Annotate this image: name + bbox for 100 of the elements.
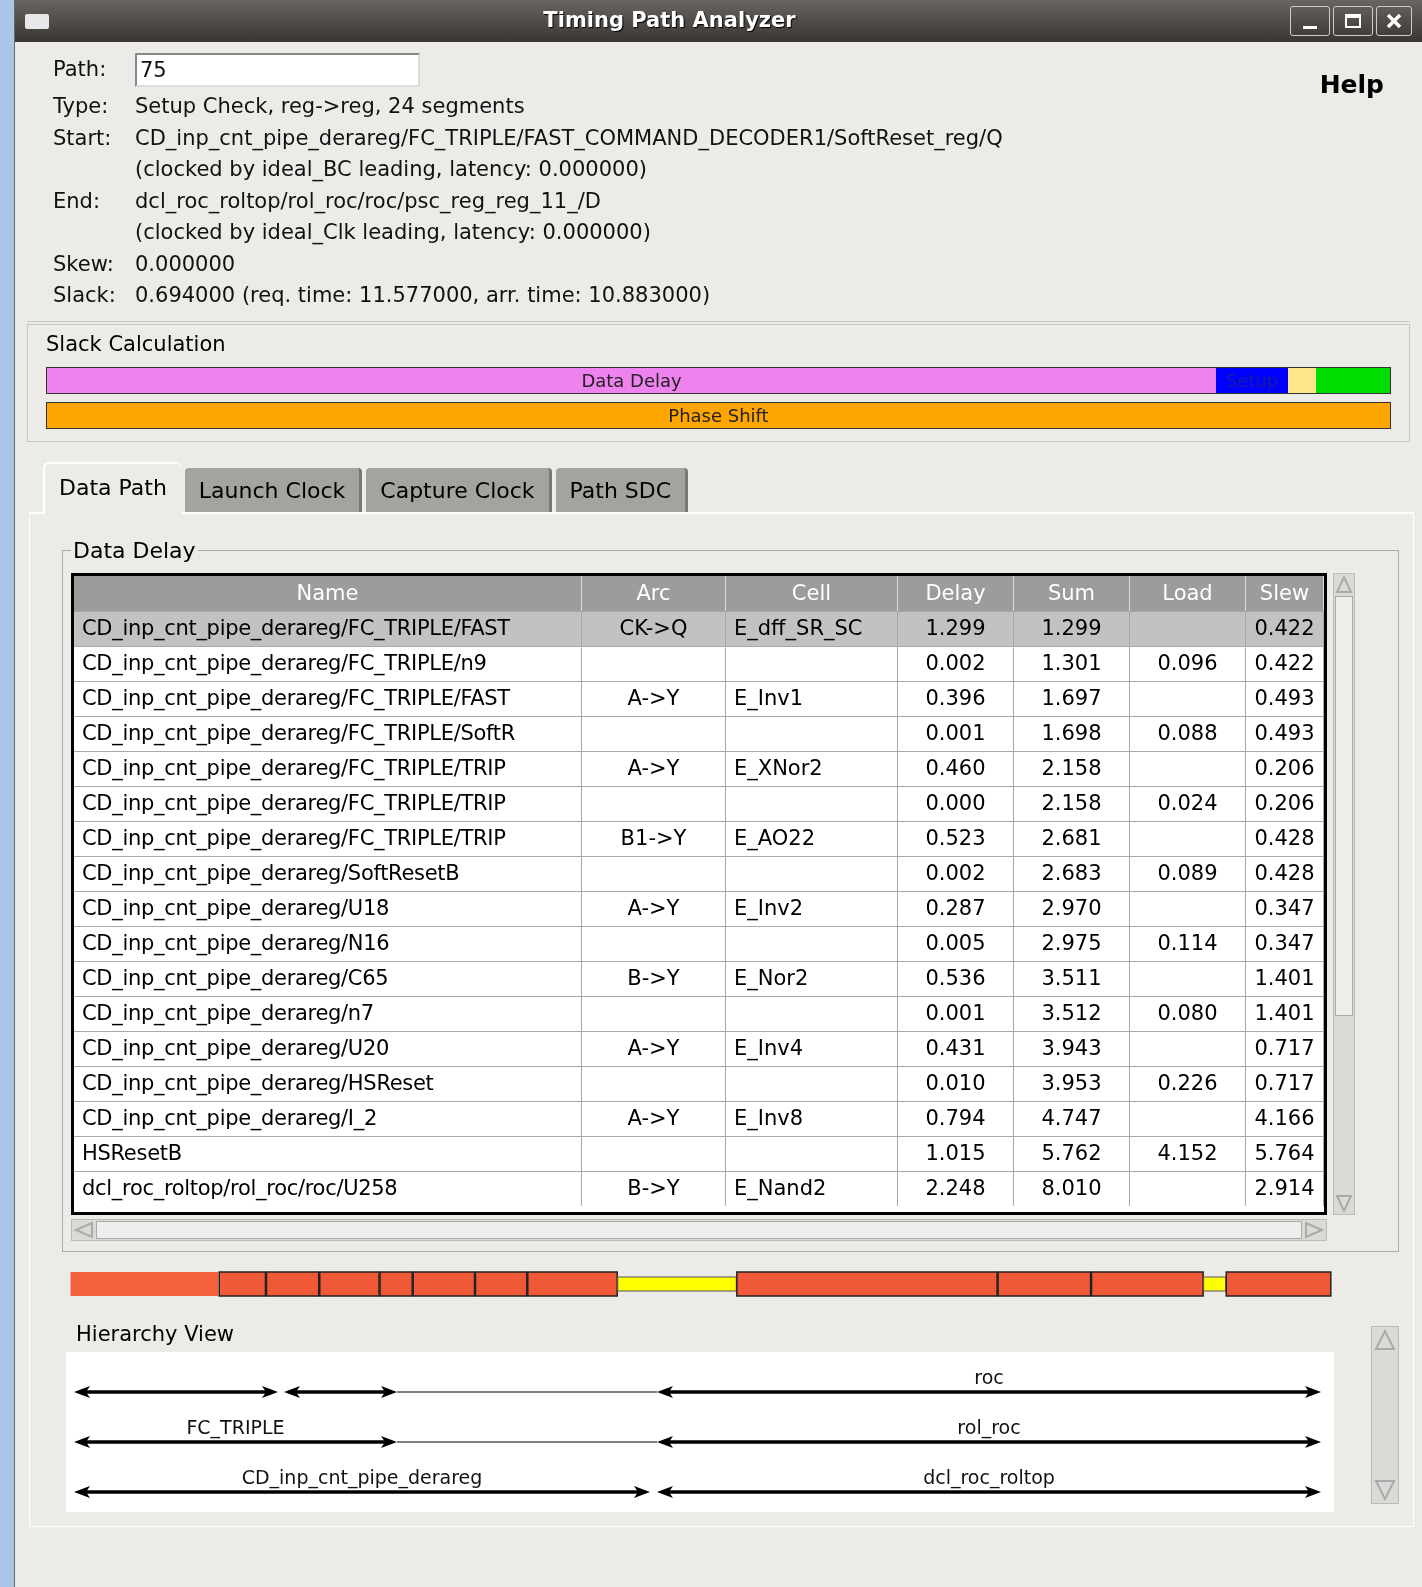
table-row[interactable]: CD_inp_cnt_pipe_derareg/n7 0.001 3.512 0.080 1.401 [74,996,1324,1031]
table-cell-text: A->Y [626,1105,681,1133]
table-cell-text: CD_inp_cnt_pipe_derareg/SoftResetB [81,860,461,888]
tab[interactable]: Data Path [43,462,181,514]
table-cell-text: CD_inp_cnt_pipe_derareg/N16 [81,930,391,958]
table-cell-text: CD_inp_cnt_pipe_derareg/FC_TRIPLE/TRIP [81,755,507,783]
tab[interactable]: Launch Clock [184,468,363,512]
table-row[interactable]: CD_inp_cnt_pipe_derareg/FC_TRIPLE/TRIP 0.000 2.158 0.024 0.206 [74,786,1324,821]
table-cell-text: 0.000 [924,790,987,818]
scroll-down-icon[interactable] [1372,1477,1398,1503]
table-row[interactable]: CD_inp_cnt_pipe_derareg/FC_TRIPLE/FAST A->Y E_Inv1 0.396 1.697 0.493 [74,681,1324,716]
scroll-up-icon[interactable] [1334,574,1354,596]
help-link[interactable]: Help [1319,66,1384,104]
table-cell-text: 2.158 [1040,790,1103,818]
scrollbar-thumb[interactable] [96,1221,1302,1239]
table-cell-text: 1.299 [1040,615,1103,643]
table-cell-text: 0.010 [924,1070,987,1098]
table-cell-text: 0.287 [924,895,987,923]
table-cell-text: A->Y [626,685,681,713]
scrollbar-thumb[interactable] [1335,596,1353,1016]
table-cell-text: 0.096 [1156,650,1219,678]
table-cell-text: 4.747 [1040,1105,1103,1133]
table-cell-text: 0.717 [1253,1070,1316,1098]
maximize-button[interactable] [1333,6,1373,36]
table-cell-text: 2.681 [1040,825,1103,853]
table-cell-text: CD_inp_cnt_pipe_derareg/FC_TRIPLE/n9 [81,650,488,678]
table-cell-text: B->Y [626,1175,681,1203]
table-cell-text: E_AO22 [733,825,817,853]
table-row[interactable]: CD_inp_cnt_pipe_derareg/U20 A->Y E_Inv4 0.431 3.943 0.717 [74,1031,1324,1066]
table-cell-text: 5.762 [1040,1140,1103,1168]
slack-segment: Phase Shift [47,403,1390,428]
table-cell-text: 3.943 [1040,1035,1103,1063]
scroll-up-icon[interactable] [1372,1327,1398,1353]
table-cell-text: CD_inp_cnt_pipe_derareg/I_2 [81,1105,379,1133]
table-row[interactable]: CD_inp_cnt_pipe_derareg/FC_TRIPLE/TRIP A->Y E_XNor2 0.460 2.158 0.206 [74,751,1324,786]
table-cell-text: 0.536 [924,965,987,993]
info-label: Start: [53,124,113,152]
table-cell-text: B->Y [626,965,681,993]
table-cell-text: 0.089 [1156,860,1219,888]
table-row[interactable]: HSResetB 1.015 5.762 4.152 5.764 [74,1136,1324,1171]
section-title: Hierarchy View [75,1321,235,1348]
table-cell-text: CK->Q [618,615,689,643]
table-row[interactable]: CD_inp_cnt_pipe_derareg/N16 0.005 2.975 0.114 0.347 [74,926,1324,961]
table-cell-text: 0.024 [1156,790,1219,818]
table-cell-text: 0.114 [1156,930,1219,958]
table-cell-text: 0.002 [924,860,987,888]
table-cell-text: 0.396 [924,685,987,713]
table-cell-text: 1.401 [1253,965,1316,993]
table-row[interactable]: dcl_roc_roltop/rol_roc/roc/U258 B->Y E_Nand2 2.248 8.010 2.914 [74,1171,1324,1206]
table-cell-text: 5.764 [1253,1140,1316,1168]
table-row[interactable]: CD_inp_cnt_pipe_derareg/C65 B->Y E_Nor2 0.536 3.511 1.401 [74,961,1324,996]
table-row[interactable]: CD_inp_cnt_pipe_derareg/FC_TRIPLE/FAST CK->Q E_dff_SR_SC 1.299 1.299 0.422 [74,611,1324,646]
table-row[interactable]: CD_inp_cnt_pipe_derareg/FC_TRIPLE/n9 0.002 1.301 0.096 0.422 [74,646,1324,681]
table-row[interactable]: CD_inp_cnt_pipe_derareg/SoftResetB 0.002 2.683 0.089 0.428 [74,856,1324,891]
scroll-right-icon[interactable] [1302,1220,1326,1240]
horizontal-scrollbar[interactable] [71,1219,1327,1241]
hierarchy-label: FC_TRIPLE [186,1416,285,1438]
window-menu-icon[interactable] [25,13,49,29]
scroll-left-icon[interactable] [72,1220,96,1240]
table-row[interactable]: CD_inp_cnt_pipe_derareg/U18 A->Y E_Inv2 0.287 2.970 0.347 [74,891,1324,926]
table-cell-text: 4.152 [1156,1140,1219,1168]
slack-segment: Setup [1216,368,1289,393]
table-cell-text: CD_inp_cnt_pipe_derareg/FC_TRIPLE/TRIP [81,790,507,818]
section-title: Slack Calculation [46,331,227,358]
table-cell-text: 2.975 [1040,930,1103,958]
scroll-down-icon[interactable] [1334,1192,1354,1214]
table-cell-text: 2.683 [1040,860,1103,888]
tab[interactable]: Path SDC [555,468,689,512]
info-label: Slack: [53,282,117,309]
table-cell-text: CD_inp_cnt_pipe_derareg/HSReset [81,1070,435,1098]
table-cell-text: 0.001 [924,720,987,748]
vertical-scrollbar[interactable] [1371,1326,1399,1504]
tab[interactable]: Capture Clock [366,468,552,512]
table-row[interactable]: CD_inp_cnt_pipe_derareg/HSReset 0.010 3.953 0.226 0.717 [74,1066,1324,1101]
table-cell-text: CD_inp_cnt_pipe_derareg/FC_TRIPLE/FAST [81,685,511,713]
info-value: CD_inp_cnt_pipe_derareg/FC_TRIPLE/FAST_COMMAND_DECODER1/SoftReset_reg/Q [135,124,1003,153]
table-cell-text: 8.010 [1040,1175,1103,1203]
close-icon [1386,13,1402,29]
table-cell-text: 0.428 [1253,860,1316,888]
table-cell-text: 2.248 [924,1175,987,1203]
info-label: Type: [53,93,110,120]
table-cell-text: 0.347 [1253,895,1316,923]
path-field[interactable]: 75 [135,53,420,87]
table-cell-text: CD_inp_cnt_pipe_derareg/FC_TRIPLE/FAST [81,615,511,643]
table-row[interactable]: CD_inp_cnt_pipe_derareg/FC_TRIPLE/TRIP B1->Y E_AO22 0.523 2.681 0.428 [74,821,1324,856]
minimize-button[interactable] [1290,6,1330,36]
table-cell-text: 3.953 [1040,1070,1103,1098]
table-cell-text: 0.460 [924,755,987,783]
table-row[interactable]: CD_inp_cnt_pipe_derareg/FC_TRIPLE/SoftR 0.001 1.698 0.088 0.493 [74,716,1324,751]
vertical-scrollbar[interactable] [1333,573,1355,1215]
close-button[interactable] [1376,6,1412,36]
table-cell-text: 0.422 [1253,615,1316,643]
table-cell-text: 2.914 [1253,1175,1316,1203]
table-cell-text: 1.401 [1253,1000,1316,1028]
table-cell-text: 0.080 [1156,1000,1219,1028]
hierarchy-label: rol_roc [957,1416,1021,1438]
info-value: (clocked by ideal_Clk leading, latency: 0.000000) [135,219,651,247]
table-cell-text: E_Inv4 [733,1035,805,1063]
table-row[interactable]: CD_inp_cnt_pipe_derareg/I_2 A->Y E_Inv8 0.794 4.747 4.166 [74,1101,1324,1136]
table-cell-text: A->Y [626,1035,681,1063]
